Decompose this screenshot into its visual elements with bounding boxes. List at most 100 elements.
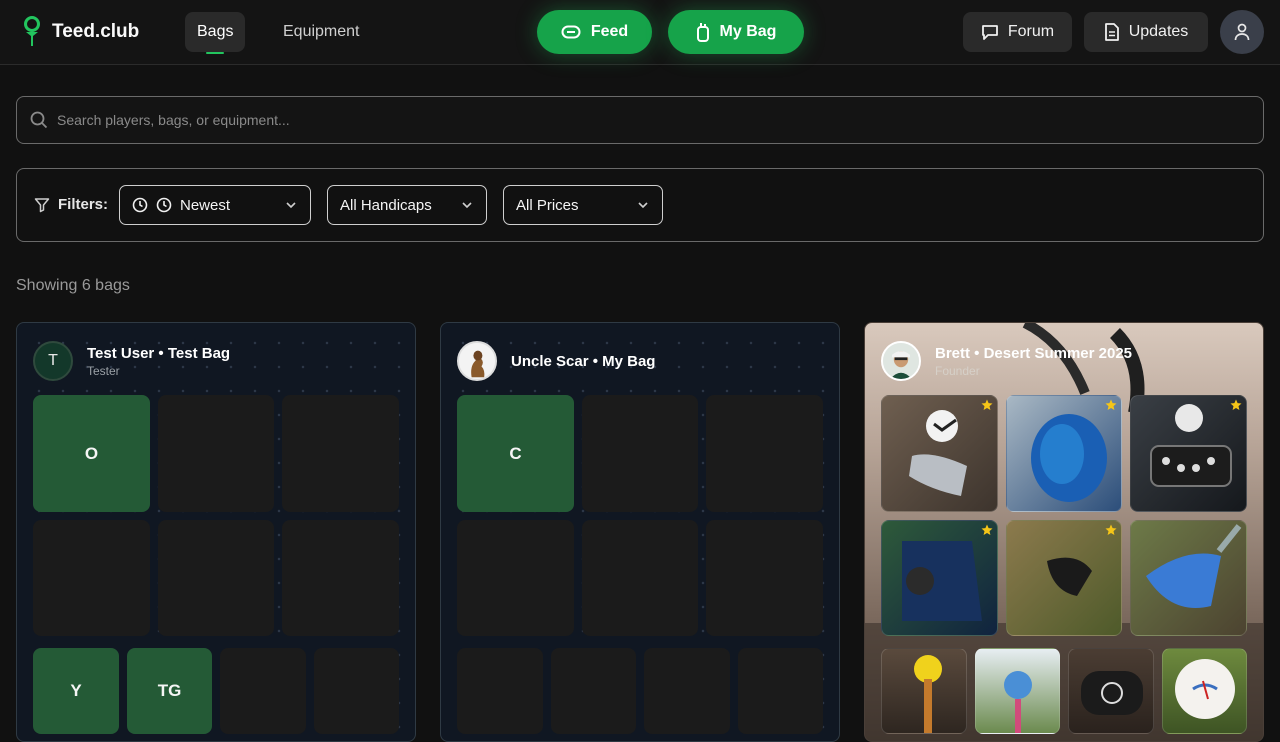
price-select[interactable]: All Prices (503, 185, 663, 225)
user-icon (1234, 23, 1250, 41)
brand-name: Teed.club (52, 21, 140, 42)
price-value: All Prices (516, 196, 579, 214)
filters-heading: Filters: (34, 196, 108, 213)
clock-icon (132, 197, 148, 213)
tab-bags[interactable]: Bags (185, 12, 246, 54)
bag-card[interactable]: Uncle Scar • My Bag C (440, 322, 840, 742)
equipment-photo-golf-ball[interactable] (1162, 648, 1247, 734)
empty-slot (314, 648, 399, 734)
empty-slot (158, 395, 274, 512)
bag-card-header: Brett • Desert Summer 2025 Founder (881, 341, 1132, 381)
avatar[interactable] (881, 341, 921, 381)
chevron-down-icon (462, 202, 472, 209)
my-bag-button[interactable]: My Bag (668, 10, 804, 54)
star-icon (1105, 399, 1117, 410)
chevron-down-icon (286, 202, 296, 209)
search-bar (16, 96, 1264, 144)
equipment-photo-iron[interactable] (881, 395, 998, 512)
wedge-club-image (1146, 524, 1242, 608)
my-bag-label: My Bag (719, 23, 777, 40)
empty-slot (282, 395, 399, 512)
feed-icon (561, 25, 581, 39)
equipment-photo-driver[interactable] (1006, 395, 1122, 512)
star-icon (1105, 524, 1117, 535)
empty-slot (551, 648, 636, 734)
bag-title[interactable]: Test User • Test Bag (87, 345, 230, 362)
star-icon (1230, 399, 1242, 410)
equipment-tile[interactable]: Y (33, 648, 119, 734)
equipment-tile[interactable]: O (33, 395, 150, 512)
search-input[interactable] (57, 97, 1247, 143)
filter-icon (34, 197, 50, 212)
handicap-value: All Handicaps (340, 196, 432, 214)
bag-card-header: T Test User • Test Bag Tester (33, 341, 230, 381)
headcover-image (914, 655, 942, 733)
equipment-photo-wedge[interactable] (1130, 520, 1247, 636)
sort-value: Newest (180, 196, 231, 214)
updates-label: Updates (1128, 23, 1189, 40)
equipment-tile[interactable]: TG (127, 648, 212, 734)
top-nav: Teed.club Bags Equipment Feed My Bag For… (0, 0, 1280, 65)
empty-slot (282, 520, 399, 636)
clock-icon (156, 197, 172, 213)
empty-slot (644, 648, 730, 734)
search-icon (30, 111, 48, 129)
equipment-photo-accessory[interactable] (881, 648, 967, 734)
golf-ball-image (1175, 659, 1235, 719)
putter-club-image (1150, 404, 1232, 487)
equipment-photo-putter[interactable] (1130, 395, 1247, 512)
bag-owner-role: Tester (87, 363, 120, 378)
empty-slot (457, 648, 543, 734)
equipment-photo-ball-tee[interactable] (975, 648, 1060, 734)
bag-card[interactable]: Brett • Desert Summer 2025 Founder (864, 322, 1264, 742)
empty-slot (158, 520, 274, 636)
star-icon (981, 399, 993, 410)
feed-button[interactable]: Feed (537, 10, 652, 54)
avatar-photo (883, 343, 919, 379)
handicap-select[interactable]: All Handicaps (327, 185, 487, 225)
user-menu-button[interactable] (1220, 10, 1264, 54)
sort-select[interactable]: Newest (119, 185, 311, 225)
updates-button[interactable]: Updates (1084, 12, 1208, 52)
bag-card[interactable]: T Test User • Test Bag Tester O Y TG (16, 322, 416, 742)
empty-slot (457, 520, 574, 636)
empty-slot (706, 395, 823, 512)
equipment-tile[interactable]: C (457, 395, 574, 512)
empty-slot (738, 648, 823, 734)
equipment-photo-hybrid[interactable] (1006, 520, 1122, 636)
equipment-photo-speaker[interactable] (1068, 648, 1154, 734)
speaker-image (1081, 671, 1143, 715)
filters-panel: Filters: Newest All Handicaps All Prices (16, 168, 1264, 242)
avatar-photo (459, 343, 495, 379)
forum-label: Forum (1007, 23, 1055, 40)
avatar[interactable] (457, 341, 497, 381)
chevron-down-icon (638, 202, 648, 209)
avatar[interactable]: T (33, 341, 73, 381)
empty-slot (33, 520, 150, 636)
results-count: Showing 6 bags (16, 277, 130, 294)
empty-slot (220, 648, 306, 734)
bag-owner-role: Founder (935, 363, 980, 378)
golf-ball-tee-image (1004, 671, 1032, 733)
bag-title[interactable]: Brett • Desert Summer 2025 (935, 345, 1132, 362)
iron-club-image (909, 410, 967, 496)
hybrid-club-image (1047, 557, 1092, 596)
document-icon (1104, 23, 1119, 41)
empty-slot (706, 520, 823, 636)
fairway-wood-image (902, 541, 982, 621)
feed-label: Feed (590, 23, 629, 40)
bag-title[interactable]: Uncle Scar • My Bag (511, 353, 655, 370)
golf-bag-icon (696, 23, 709, 42)
golf-tee-icon (24, 16, 40, 46)
driver-club-image (1031, 414, 1107, 502)
tab-equipment[interactable]: Equipment (271, 12, 372, 52)
filters-label: Filters: (58, 196, 109, 213)
star-icon (981, 524, 993, 535)
chat-bubble-icon (981, 25, 998, 40)
forum-button[interactable]: Forum (963, 12, 1072, 52)
empty-slot (582, 520, 698, 636)
equipment-photo-wood[interactable] (881, 520, 998, 636)
empty-slot (582, 395, 698, 512)
brand-logo[interactable]: Teed.club (22, 16, 139, 48)
bag-card-header: Uncle Scar • My Bag (457, 341, 655, 381)
